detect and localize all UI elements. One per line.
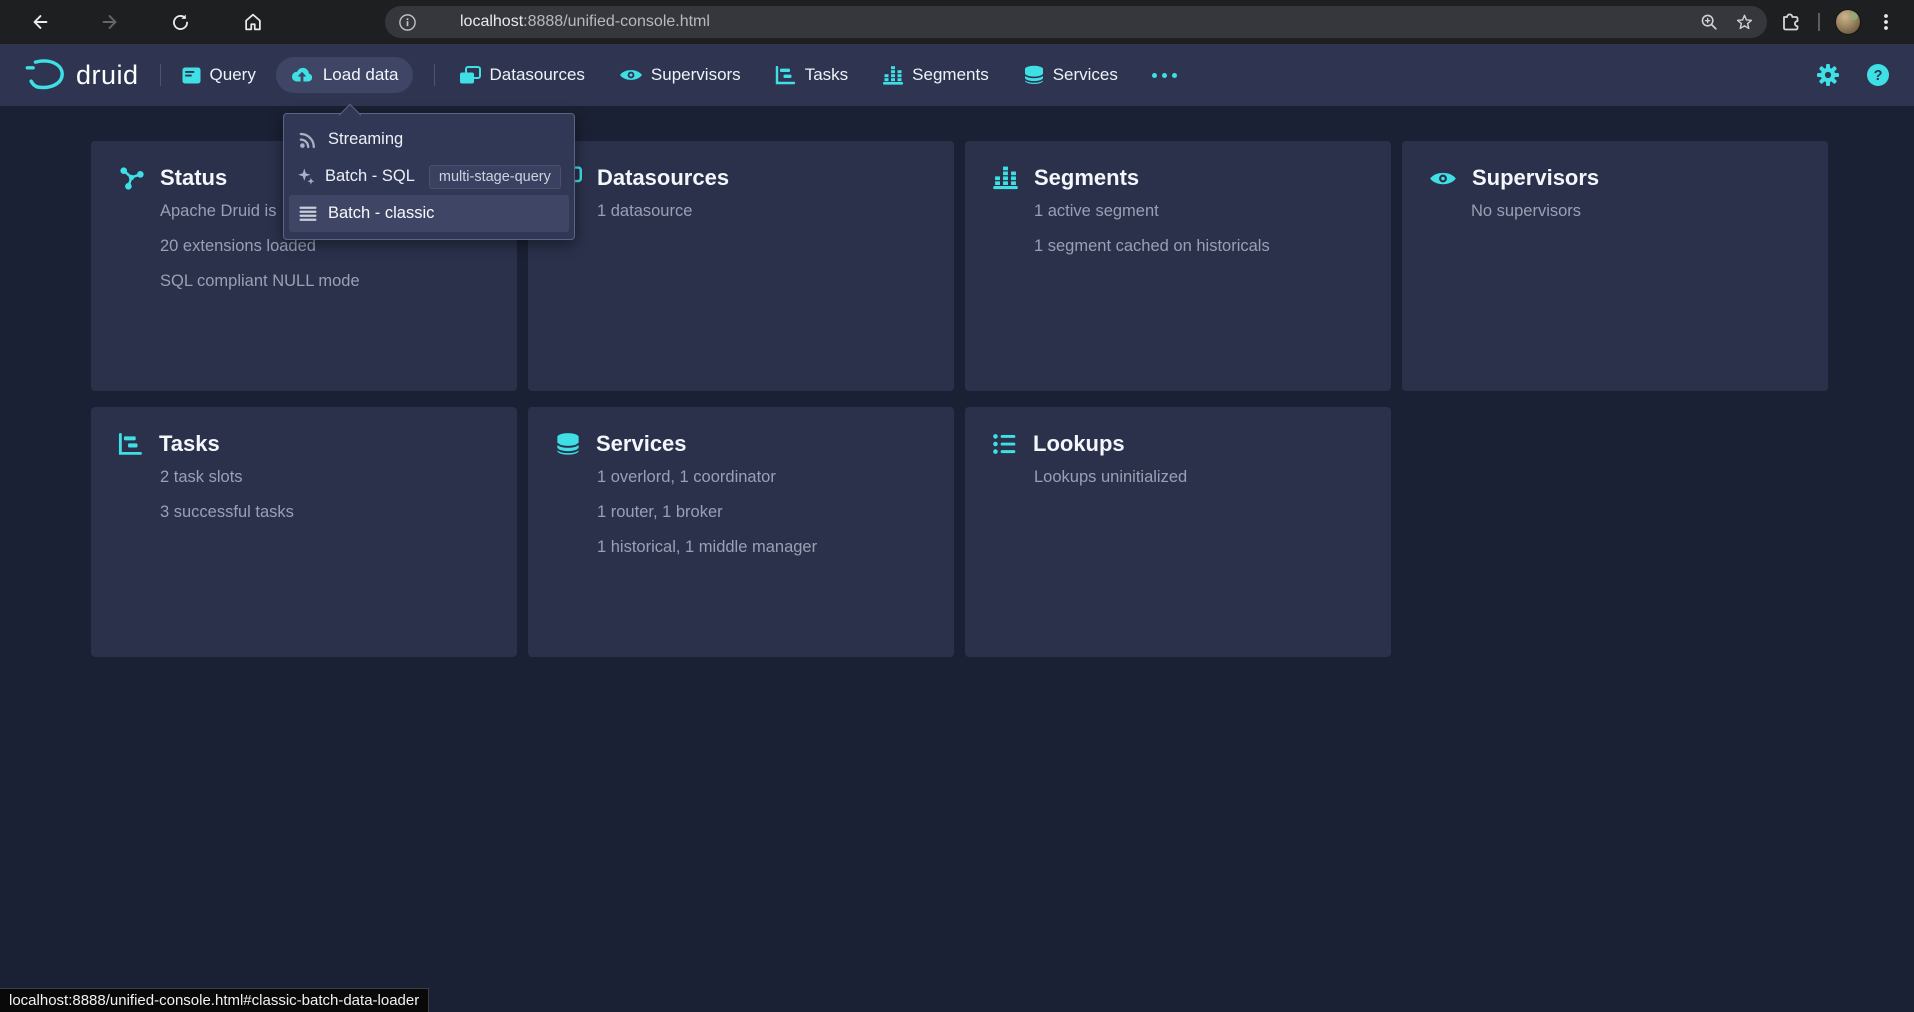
menu-item-batch-sql[interactable]: Batch - SQL multi-stage-query [289, 158, 569, 195]
database-icon [1023, 65, 1045, 85]
card-line: 1 overlord, 1 coordinator [597, 467, 954, 487]
navbar-separator [434, 64, 435, 86]
brand-wordmark: druid [76, 60, 139, 91]
card-title: Lookups [1033, 431, 1125, 457]
card-line: 1 datasource [597, 201, 954, 221]
nav-item-label: Query [210, 65, 256, 85]
browser-home-icon[interactable] [241, 10, 265, 34]
settings-gear-icon[interactable] [1816, 63, 1840, 87]
link-preview-tooltip: localhost:8888/unified-console.html#clas… [0, 988, 429, 1012]
nav-item-tasks[interactable]: Tasks [775, 44, 848, 106]
toolbar-separator [1818, 13, 1820, 31]
nav-item-label: Supervisors [651, 65, 741, 85]
nav-item-label: Segments [912, 65, 989, 85]
menu-item-streaming[interactable]: Streaming [289, 121, 569, 158]
browser-forward-icon[interactable] [98, 10, 122, 34]
nav-item-label: Datasources [489, 65, 584, 85]
supervisors-card[interactable]: Supervisors No supervisors [1402, 141, 1828, 391]
query-icon [182, 67, 201, 84]
help-glyph: ? [1874, 68, 1883, 84]
card-line: 1 segment cached on historicals [1034, 236, 1391, 256]
browser-refresh-icon[interactable] [168, 10, 192, 34]
load-data-menu: Streaming Batch - SQL multi-stage-query … [283, 113, 575, 240]
datasources-icon [459, 66, 481, 85]
status-graph-icon [118, 165, 145, 192]
url-path: :8888/unified-console.html [523, 13, 710, 30]
card-line: 2 task slots [160, 467, 517, 487]
menu-item-label: Batch - SQL [325, 167, 415, 186]
url-host: localhost [460, 13, 523, 30]
bookmark-star-icon[interactable] [1734, 12, 1755, 33]
card-title: Segments [1034, 165, 1139, 191]
sparkles-icon [298, 168, 315, 186]
browser-back-icon[interactable] [28, 10, 52, 34]
zoom-icon[interactable] [1699, 12, 1719, 32]
url-text: localhost:8888/unified-console.html [460, 13, 710, 31]
screen: localhost:8888/unified-console.html [0, 0, 1914, 1012]
card-title: Services [596, 431, 687, 457]
card-line: SQL compliant NULL mode [160, 271, 517, 291]
card-line: 1 historical, 1 middle manager [597, 537, 954, 557]
nav-item-supervisors[interactable]: Supervisors [619, 44, 741, 106]
segments-chart-icon [882, 66, 904, 85]
nav-item-load-data[interactable]: Load data [276, 57, 414, 93]
services-card[interactable]: Services 1 overlord, 1 coordinator 1 rou… [528, 407, 954, 657]
lookups-list-icon [992, 432, 1018, 456]
segments-card[interactable]: Segments 1 active segment 1 segment cach… [965, 141, 1391, 391]
nav-item-label: Services [1053, 65, 1118, 85]
site-info-icon[interactable] [398, 13, 417, 32]
menu-item-label: Batch - classic [328, 204, 434, 223]
card-title: Status [160, 165, 227, 191]
eye-icon [1429, 169, 1457, 188]
nav-item-segments[interactable]: Segments [882, 44, 989, 106]
list-lines-icon [298, 206, 318, 222]
profile-avatar[interactable] [1835, 9, 1861, 35]
database-icon [555, 432, 581, 456]
browser-toolbar: localhost:8888/unified-console.html [0, 0, 1914, 44]
lookups-card[interactable]: Lookups Lookups uninitialized [965, 407, 1391, 657]
extensions-icon[interactable] [1779, 10, 1803, 34]
card-line: Lookups uninitialized [1034, 467, 1391, 487]
segments-chart-icon [992, 166, 1019, 190]
druid-logo-icon[interactable] [24, 57, 66, 93]
druid-navbar: druid Query Load data [0, 44, 1914, 106]
card-title: Supervisors [1472, 165, 1599, 191]
browser-menu-icon[interactable] [1876, 12, 1896, 32]
card-line: 1 active segment [1034, 201, 1391, 221]
gantt-chart-icon [118, 433, 144, 456]
msq-badge: multi-stage-query [429, 165, 561, 189]
gantt-chart-icon [775, 66, 797, 85]
card-line: 1 router, 1 broker [597, 502, 954, 522]
card-line: No supervisors [1471, 201, 1828, 221]
link-preview-text: localhost:8888/unified-console.html#clas… [9, 992, 419, 1009]
menu-item-batch-classic[interactable]: Batch - classic [289, 195, 569, 232]
nav-item-datasources[interactable]: Datasources [459, 44, 584, 106]
nav-more-icon[interactable] [1152, 44, 1177, 106]
card-title: Tasks [159, 431, 220, 457]
datasources-card[interactable]: Datasources 1 datasource [528, 141, 954, 391]
nav-item-services[interactable]: Services [1023, 44, 1118, 106]
address-bar[interactable]: localhost:8888/unified-console.html [385, 6, 1767, 38]
navbar-separator [160, 64, 161, 86]
tasks-card[interactable]: Tasks 2 task slots 3 successful tasks [91, 407, 517, 657]
menu-item-label: Streaming [328, 130, 403, 149]
nav-item-label: Load data [323, 65, 399, 85]
cloud-upload-icon [291, 67, 313, 84]
help-icon[interactable]: ? [1866, 63, 1890, 87]
streaming-feed-icon [298, 131, 318, 149]
card-line: 3 successful tasks [160, 502, 517, 522]
nav-item-label: Tasks [805, 65, 848, 85]
eye-icon [619, 67, 643, 83]
nav-item-query[interactable]: Query [182, 44, 256, 106]
card-title: Datasources [597, 165, 729, 191]
